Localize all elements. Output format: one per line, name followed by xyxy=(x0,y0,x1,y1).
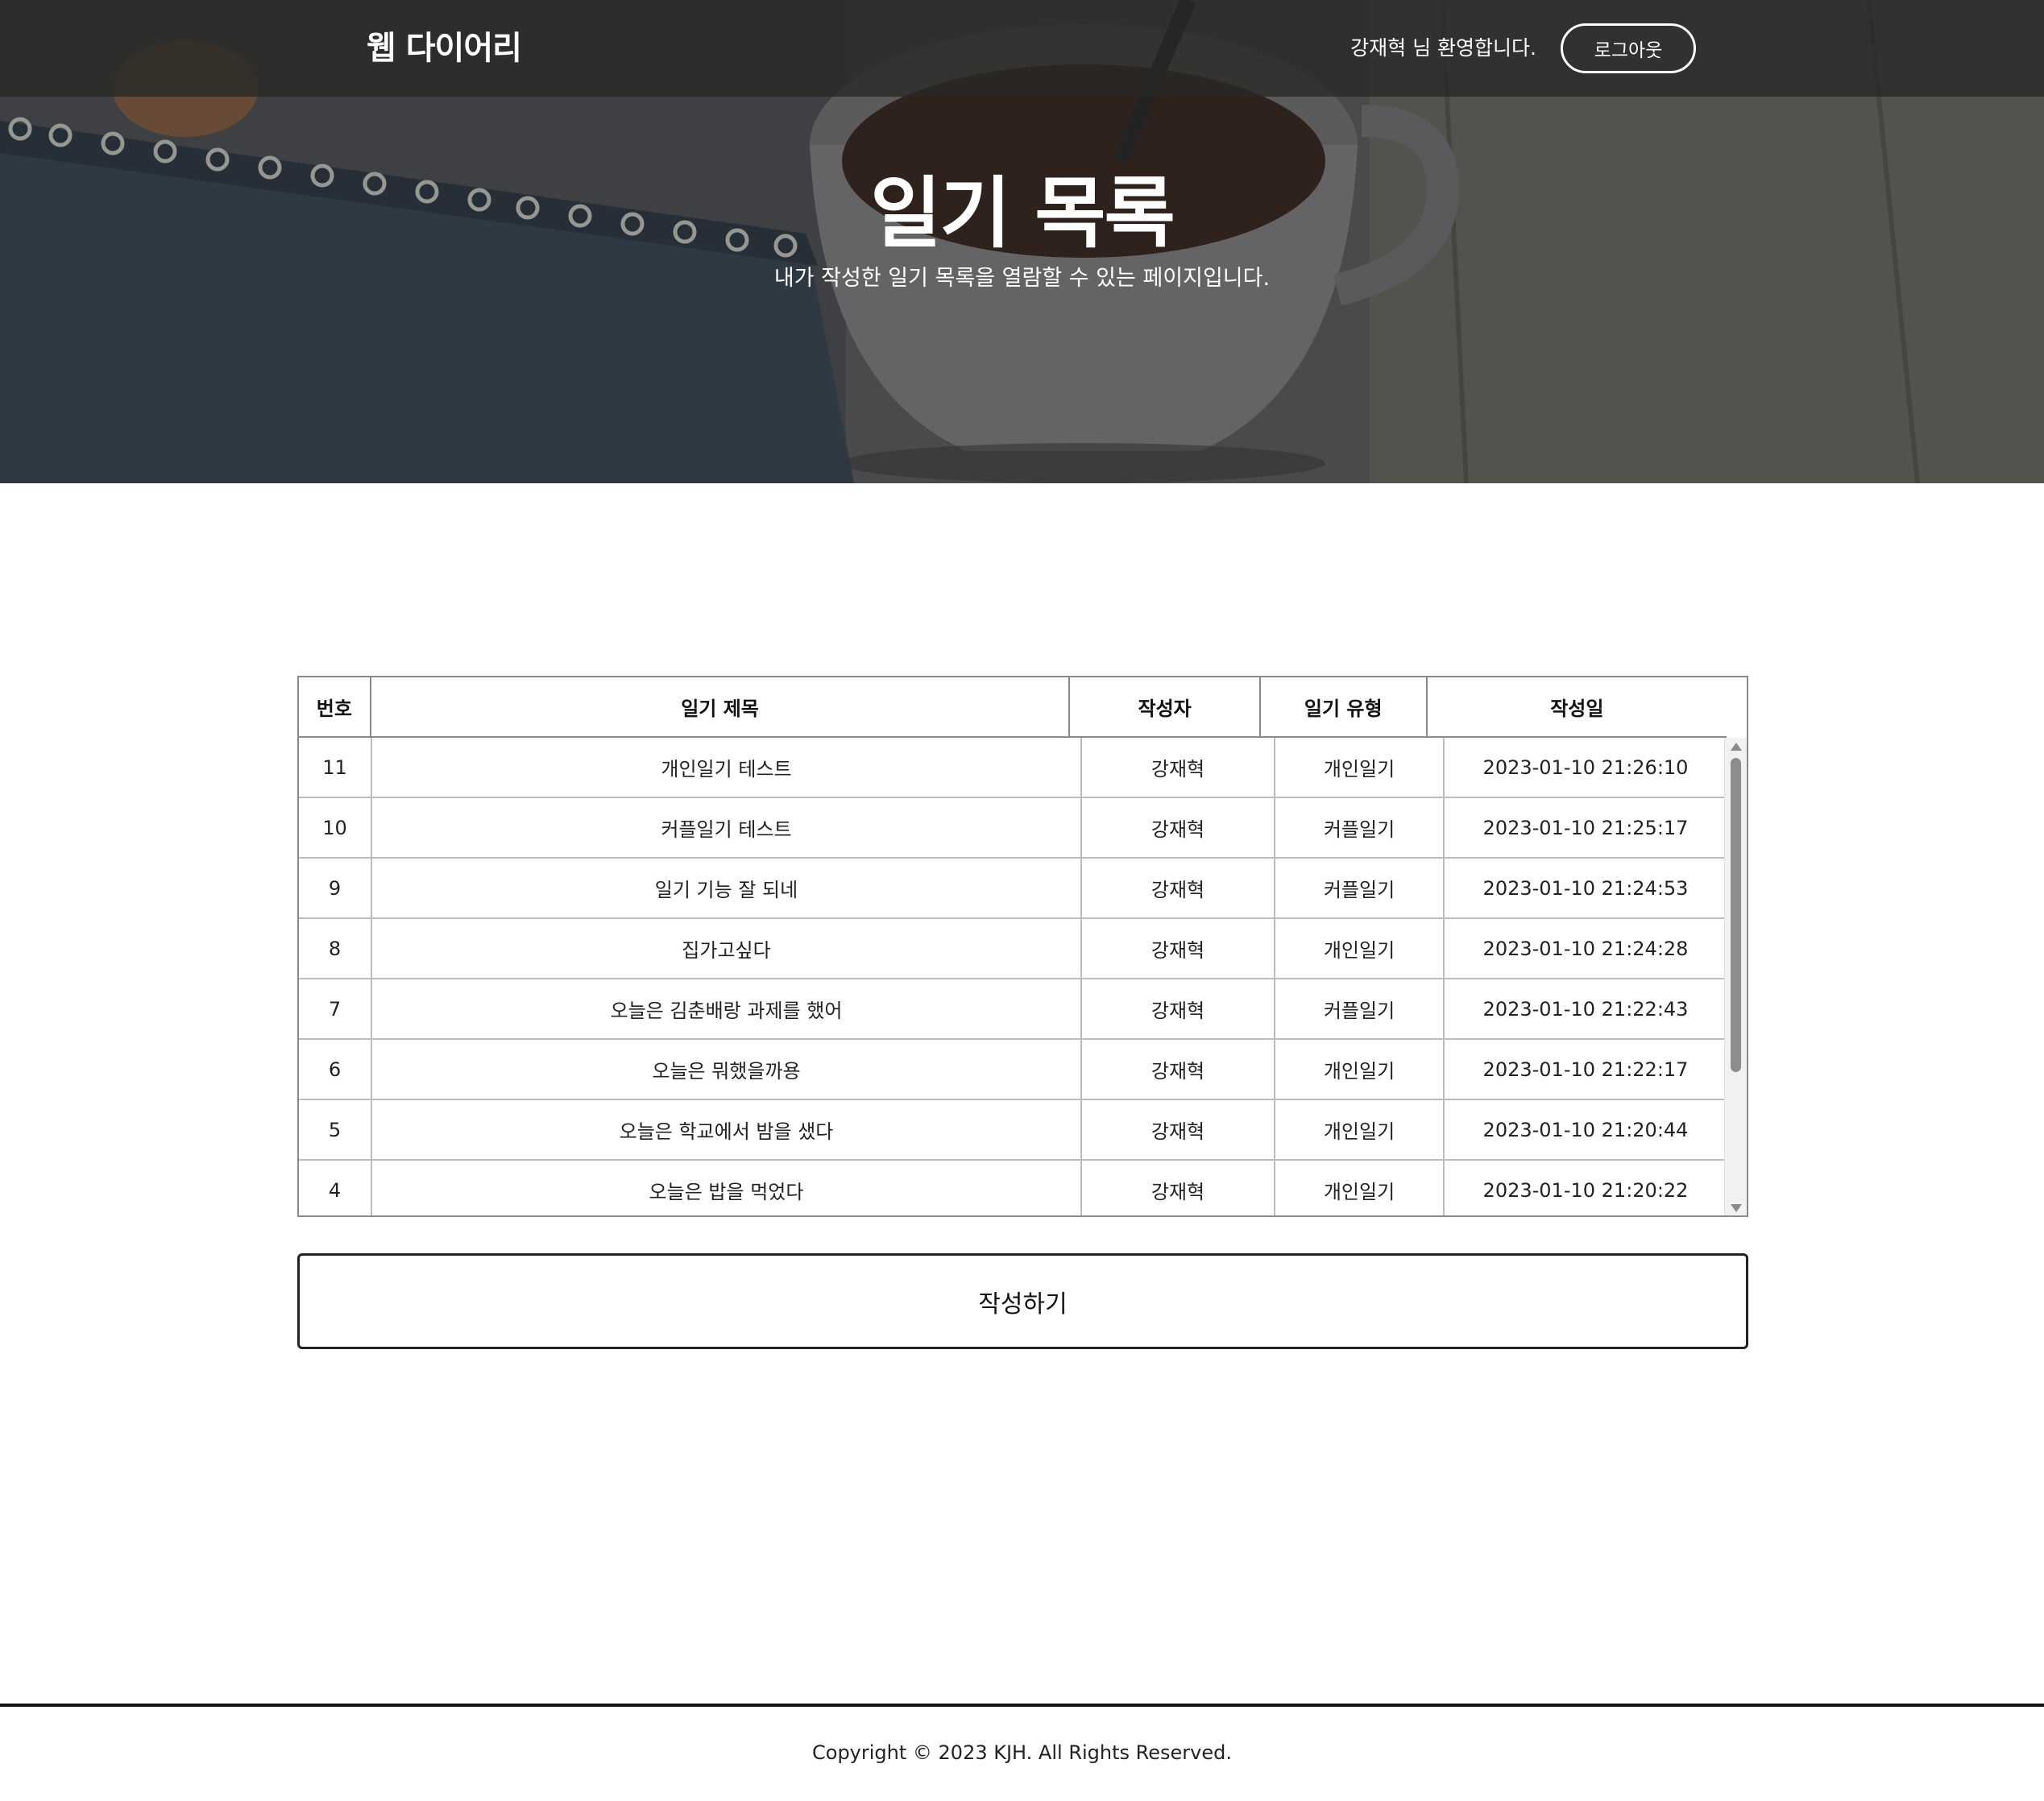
logout-button[interactable]: 로그아웃 xyxy=(1561,23,1696,73)
table-scrollbar[interactable] xyxy=(1724,738,1747,1215)
header-type: 일기 유형 xyxy=(1261,677,1428,736)
row-author: 강재혁 xyxy=(1082,1161,1275,1215)
page: 웹 다이어리 강재혁 님 환영합니다. 로그아웃 일기 목록 내가 작성한 일기… xyxy=(0,0,2044,1801)
hero-banner: 웹 다이어리 강재혁 님 환영합니다. 로그아웃 일기 목록 내가 작성한 일기… xyxy=(0,0,2044,483)
row-type: 커플일기 xyxy=(1275,979,1445,1038)
row-number: 5 xyxy=(299,1100,372,1159)
header-title: 일기 제목 xyxy=(371,677,1071,736)
row-title-link[interactable]: 집가고싶다 xyxy=(372,919,1082,978)
write-diary-button[interactable]: 작성하기 xyxy=(297,1253,1748,1349)
header-date: 작성일 xyxy=(1550,698,1604,720)
scrollbar-thumb[interactable] xyxy=(1731,758,1741,1072)
footer-copyright: Copyright © 2023 KJH. All Rights Reserve… xyxy=(812,1741,1232,1764)
row-author: 강재혁 xyxy=(1082,1040,1275,1099)
row-type: 개인일기 xyxy=(1275,1100,1445,1159)
row-date: 2023-01-10 21:26:10 xyxy=(1482,756,1689,779)
header-author: 작성자 xyxy=(1070,677,1261,736)
footer-divider xyxy=(0,1704,2044,1707)
row-number: 11 xyxy=(299,738,372,797)
row-date: 2023-01-10 21:25:17 xyxy=(1482,816,1689,839)
row-title-link[interactable]: 일기 기능 잘 되네 xyxy=(372,859,1082,917)
row-author: 강재혁 xyxy=(1082,859,1275,917)
row-date: 2023-01-10 21:20:44 xyxy=(1482,1118,1689,1141)
row-date: 2023-01-10 21:24:53 xyxy=(1482,876,1689,900)
table-row[interactable]: 4 오늘은 밥을 먹었다 강재혁 개인일기 2023-01-10 21:20:2… xyxy=(299,1161,1727,1215)
row-date: 2023-01-10 21:22:43 xyxy=(1482,997,1689,1021)
table-row[interactable]: 6 오늘은 뭐했을까용 강재혁 개인일기 2023-01-10 21:22:17 xyxy=(299,1040,1727,1100)
row-number: 10 xyxy=(299,798,372,857)
header-number: 번호 xyxy=(299,677,371,736)
scroll-up-arrow-icon[interactable] xyxy=(1731,743,1742,751)
table-row[interactable]: 9 일기 기능 잘 되네 강재혁 커플일기 2023-01-10 21:24:5… xyxy=(299,859,1727,919)
row-title-link[interactable]: 커플일기 테스트 xyxy=(372,798,1082,857)
page-title: 일기 목록 xyxy=(870,168,1175,259)
row-type: 커플일기 xyxy=(1275,798,1445,857)
row-author: 강재혁 xyxy=(1082,1100,1275,1159)
row-author: 강재혁 xyxy=(1082,738,1275,797)
row-title-link[interactable]: 오늘은 학교에서 밤을 샜다 xyxy=(372,1100,1082,1159)
row-title-link[interactable]: 오늘은 김춘배랑 과제를 했어 xyxy=(372,979,1082,1038)
row-type: 개인일기 xyxy=(1275,738,1445,797)
table-header-row: 번호 일기 제목 작성자 일기 유형 작성일 xyxy=(299,677,1727,738)
row-author: 강재혁 xyxy=(1082,798,1275,857)
top-navbar: 웹 다이어리 강재혁 님 환영합니다. 로그아웃 xyxy=(0,0,2044,97)
row-number: 7 xyxy=(299,979,372,1038)
row-author: 강재혁 xyxy=(1082,979,1275,1038)
table-row[interactable]: 11 개인일기 테스트 강재혁 개인일기 2023-01-10 21:26:10 xyxy=(299,738,1727,798)
row-title-link[interactable]: 개인일기 테스트 xyxy=(372,738,1082,797)
row-number: 4 xyxy=(299,1161,372,1215)
table-body: 11 개인일기 테스트 강재혁 개인일기 2023-01-10 21:26:10… xyxy=(299,738,1727,1215)
row-number: 6 xyxy=(299,1040,372,1099)
row-type: 개인일기 xyxy=(1275,1161,1445,1215)
welcome-message: 강재혁 님 환영합니다. xyxy=(1350,36,1536,60)
row-type: 개인일기 xyxy=(1275,919,1445,978)
row-title-link[interactable]: 오늘은 뭐했을까용 xyxy=(372,1040,1082,1099)
row-number: 9 xyxy=(299,859,372,917)
row-title-link[interactable]: 오늘은 밥을 먹었다 xyxy=(372,1161,1082,1215)
row-date: 2023-01-10 21:24:28 xyxy=(1482,937,1689,960)
row-number: 8 xyxy=(299,919,372,978)
brand-logo[interactable]: 웹 다이어리 xyxy=(367,24,522,72)
row-author: 강재혁 xyxy=(1082,919,1275,978)
table-row[interactable]: 10 커플일기 테스트 강재혁 커플일기 2023-01-10 21:25:17 xyxy=(299,798,1727,859)
page-subtitle: 내가 작성한 일기 목록을 열람할 수 있는 페이지입니다. xyxy=(773,266,1271,291)
row-type: 개인일기 xyxy=(1275,1040,1445,1099)
row-type: 커플일기 xyxy=(1275,859,1445,917)
scroll-down-arrow-icon[interactable] xyxy=(1731,1204,1742,1212)
table-row[interactable]: 7 오늘은 김춘배랑 과제를 했어 강재혁 커플일기 2023-01-10 21… xyxy=(299,979,1727,1040)
diary-table: 번호 일기 제목 작성자 일기 유형 작성일 11 개인일기 테스트 강재혁 개… xyxy=(297,676,1748,1217)
table-row[interactable]: 8 집가고싶다 강재혁 개인일기 2023-01-10 21:24:28 xyxy=(299,919,1727,979)
row-date: 2023-01-10 21:22:17 xyxy=(1482,1058,1689,1081)
table-row[interactable]: 5 오늘은 학교에서 밤을 샜다 강재혁 개인일기 2023-01-10 21:… xyxy=(299,1100,1727,1161)
row-date: 2023-01-10 21:20:22 xyxy=(1482,1178,1689,1202)
